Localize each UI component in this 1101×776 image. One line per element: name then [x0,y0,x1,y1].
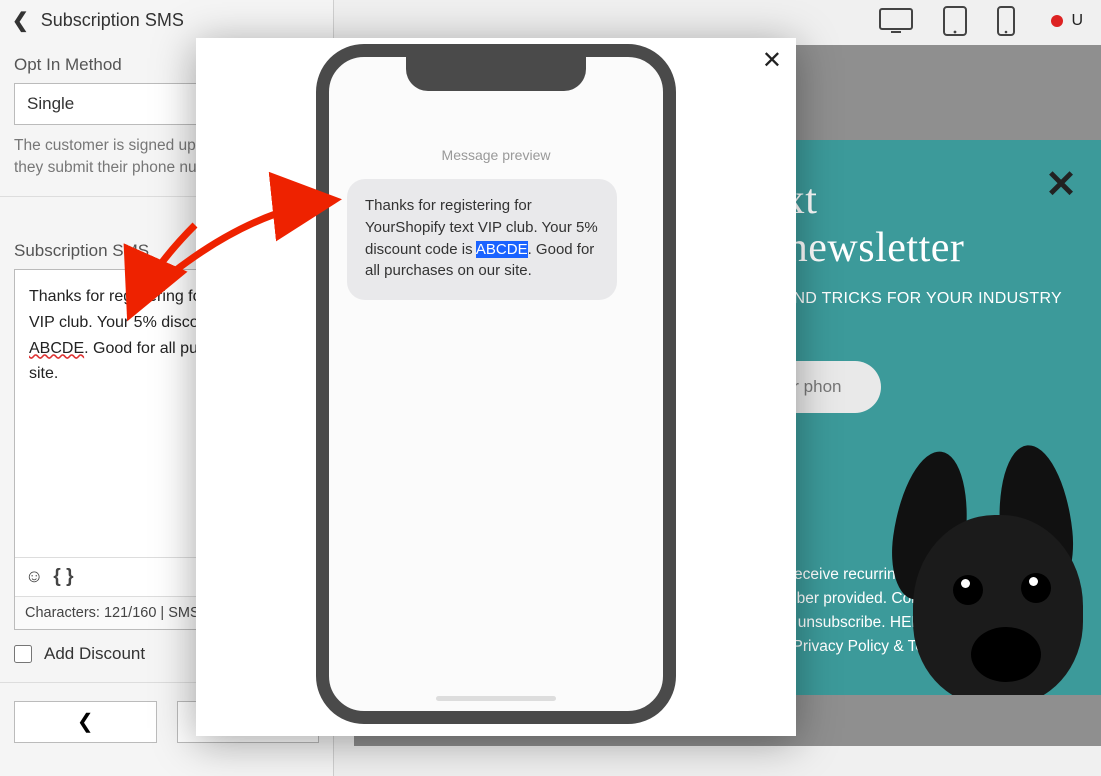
dog-image [871,445,1101,695]
sidebar-title: Subscription SMS [41,10,184,31]
top-toolbar: U [879,6,1083,36]
phone-home-indicator [436,696,556,701]
variable-insert-button[interactable]: { } [53,566,73,588]
tablet-icon[interactable] [943,6,967,36]
mobile-icon[interactable] [997,6,1015,36]
optin-select-value: Single [27,94,74,114]
status-indicator: U [1051,12,1083,30]
phone-frame: Message preview Thanks for registering f… [316,44,676,724]
sms-bubble: Thanks for registering for YourShopify t… [347,179,617,300]
newsletter-close-icon[interactable]: ✕ [1045,162,1077,207]
status-dot-icon [1051,15,1063,27]
modal-close-icon[interactable]: ✕ [762,46,782,75]
message-preview-header: Message preview [329,147,663,163]
phone-notch [406,55,586,91]
sms-bubble-selected: ABCDE [476,241,528,258]
status-letter: U [1071,12,1083,30]
emoji-button[interactable]: ☺ [25,566,43,587]
sms-text-code: ABCDE [29,340,84,357]
prev-button[interactable]: ❮ [14,701,157,743]
message-preview-modal: ✕ Message preview Thanks for registering… [196,38,796,736]
back-icon[interactable]: ❮ [8,11,33,31]
device-switcher [879,6,1015,36]
desktop-icon[interactable] [879,8,913,34]
add-discount-checkbox[interactable] [14,645,32,663]
add-discount-label: Add Discount [44,644,145,664]
